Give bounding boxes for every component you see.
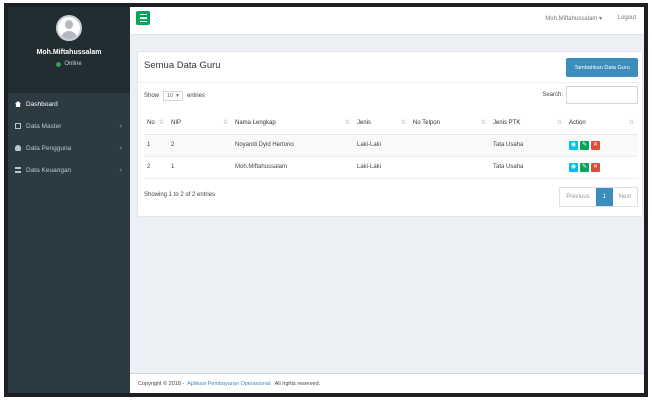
- user-panel: Moh.Miftahussalam Online: [8, 7, 130, 93]
- sort-icon: ⇅: [480, 120, 486, 126]
- sidebar-item-label: Data Master: [26, 122, 62, 130]
- cell-no: 1: [144, 134, 168, 157]
- sort-icon: ⇅: [158, 120, 164, 126]
- col-header-ptk[interactable]: Jenis PTK ⇅: [490, 112, 566, 135]
- search-input[interactable]: [566, 86, 638, 104]
- sidebar-item-data-master[interactable]: Data Master ‹: [8, 115, 130, 137]
- sort-icon: ⇅: [400, 120, 406, 126]
- sidebar: Moh.Miftahussalam Online Dashboard Data …: [8, 7, 130, 393]
- table-search: Search:: [542, 86, 638, 104]
- table-info: Showing 1 to 2 of 2 entries: [144, 192, 216, 198]
- search-icon: ◉: [570, 164, 577, 170]
- app-link[interactable]: Aplikasi Pembayaran Operasional.: [187, 381, 271, 387]
- hamburger-line: [139, 17, 147, 19]
- table-header-row: No ⇅ NIP ⇅ Nama Lengkap ⇅ Jenis ⇅ No Telpon ⇅…: [144, 112, 638, 135]
- caret-down-icon: ▾: [598, 16, 602, 22]
- col-header-action[interactable]: Action ⇅: [566, 112, 638, 135]
- cell-nama: Noyandi Dyid Hertono: [232, 134, 354, 157]
- rights-text: All rights reserved.: [274, 380, 321, 387]
- edit-button[interactable]: ✎: [580, 140, 589, 150]
- logout-link[interactable]: Logout: [618, 15, 636, 21]
- footer: Copyright © 2018 - Aplikasi Pembayaran O…: [130, 373, 644, 393]
- close-icon: ✕: [592, 142, 599, 148]
- teacher-table: No ⇅ NIP ⇅ Nama Lengkap ⇅ Jenis ⇅ No Telpon ⇅…: [144, 112, 638, 179]
- edit-button[interactable]: ✎: [580, 162, 589, 172]
- delete-button[interactable]: ✕: [591, 162, 600, 172]
- cell-action: ◉ ✎ ✕: [566, 134, 638, 157]
- user-icon: [15, 145, 21, 151]
- show-label: Show: [144, 93, 160, 99]
- sidebar-item-data-pengguna[interactable]: Data Pengguna ‹: [8, 137, 130, 159]
- search-label: Search:: [542, 92, 563, 98]
- sort-icon: ⇅: [344, 120, 350, 126]
- close-icon: ✕: [592, 164, 599, 170]
- chevron-left-icon: ‹: [119, 144, 122, 152]
- hamburger-line: [139, 20, 147, 22]
- add-teacher-button[interactable]: Tambahkan Data Guru: [566, 58, 638, 77]
- edit-icon: ✎: [581, 142, 588, 148]
- col-header-telpon[interactable]: No Telpon ⇅: [410, 112, 490, 135]
- sidebar-item-data-keuangan[interactable]: Data Keuangan ‹: [8, 159, 130, 181]
- sidebar-item-label: Data Keuangan: [26, 166, 72, 174]
- hamburger-line: [139, 14, 147, 16]
- next-page-button[interactable]: Next: [613, 188, 637, 206]
- entries-length-control: Show 10 ▾ entries: [144, 91, 205, 101]
- teacher-data-box: Semua Data Guru Tambahkan Data Guru Show…: [137, 51, 643, 217]
- user-name: Moh.Miftahussalam: [36, 49, 102, 56]
- chevron-left-icon: ‹: [119, 166, 122, 174]
- sidebar-item-label: Data Pengguna: [26, 144, 72, 152]
- online-dot-icon: [56, 61, 62, 67]
- cell-no: 2: [144, 156, 168, 179]
- divider: [138, 82, 642, 83]
- user-status: Online: [56, 61, 82, 67]
- view-button[interactable]: ◉: [569, 162, 578, 172]
- sort-icon: ⇅: [556, 120, 562, 126]
- sort-icon: ⇅: [222, 120, 228, 126]
- entries-select[interactable]: 10 ▾: [163, 91, 183, 101]
- sort-icon: ⇅: [628, 120, 634, 126]
- previous-page-button[interactable]: Previous: [560, 188, 595, 206]
- status-label: Online: [64, 61, 82, 67]
- home-icon: [15, 101, 21, 107]
- chevron-left-icon: ‹: [119, 122, 122, 130]
- sidebar-toggle-button[interactable]: [136, 11, 150, 25]
- caret-down-icon: ▾: [176, 93, 179, 99]
- sidebar-item-dashboard[interactable]: Dashboard: [8, 93, 130, 115]
- sidebar-item-label: Dashboard: [26, 100, 58, 108]
- search-icon: ◉: [570, 142, 577, 148]
- entries-label: entries: [186, 93, 205, 99]
- col-header-nama[interactable]: Nama Lengkap ⇅: [232, 112, 354, 135]
- cell-nip: 1: [168, 156, 232, 179]
- delete-button[interactable]: ✕: [591, 140, 600, 150]
- box-title: Semua Data Guru: [144, 60, 221, 71]
- cell-action: ◉ ✎ ✕: [566, 156, 638, 179]
- cell-telpon: [410, 134, 490, 157]
- copyright-text: Copyright © 2018 -: [138, 380, 185, 387]
- cell-ptk: Tata Usaha: [490, 156, 566, 179]
- entries-select-value: 10: [167, 93, 174, 99]
- cell-jenis: Laki-Laki: [354, 156, 410, 179]
- cell-nip: 2: [168, 134, 232, 157]
- user-menu[interactable]: Moh.Miftahussalam ▾: [545, 15, 602, 22]
- table-icon: [15, 167, 21, 173]
- col-header-nip[interactable]: NIP ⇅: [168, 112, 232, 135]
- cell-telpon: [410, 156, 490, 179]
- cell-ptk: Tata Usaha: [490, 134, 566, 157]
- sidebar-menu: Dashboard Data Master ‹ Data Pengguna ‹ …: [8, 93, 130, 181]
- edit-icon: ✎: [581, 164, 588, 170]
- col-header-no[interactable]: No ⇅: [144, 112, 168, 135]
- col-header-jenis[interactable]: Jenis ⇅: [354, 112, 410, 135]
- app-window: Moh.Miftahussalam Online Dashboard Data …: [4, 3, 648, 397]
- table-row: 1 2 Noyandi Dyid Hertono Laki-Laki Tata …: [144, 134, 638, 157]
- avatar: [56, 15, 82, 41]
- top-navbar: Moh.Miftahussalam ▾ Logout: [130, 7, 644, 35]
- page-1-button[interactable]: 1: [595, 188, 613, 206]
- user-menu-label: Moh.Miftahussalam: [545, 16, 598, 22]
- grid-icon: [15, 123, 21, 129]
- cell-nama: Moh.Miftahussalam: [232, 156, 354, 179]
- cell-jenis: Laki-Laki: [354, 134, 410, 157]
- view-button[interactable]: ◉: [569, 140, 578, 150]
- pagination: Previous 1 Next: [559, 187, 638, 207]
- table-row: 2 1 Moh.Miftahussalam Laki-Laki Tata Usa…: [144, 156, 638, 179]
